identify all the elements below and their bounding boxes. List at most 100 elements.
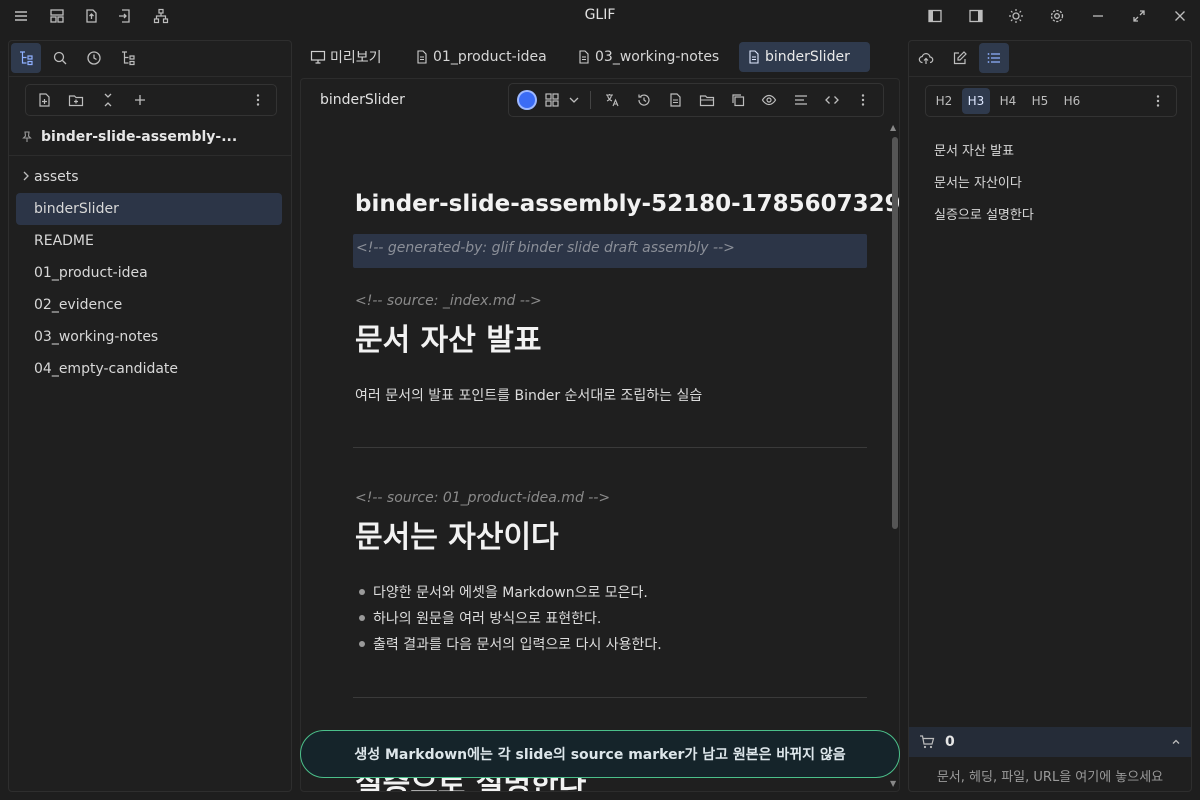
section-heading: 문서는 자산이다 [355, 520, 559, 555]
toggle-left-sidebar-icon[interactable] [925, 6, 945, 26]
minimize-icon[interactable] [1088, 6, 1108, 26]
editor-tabs: 미리보기 01_product-idea 03_working-notes bi… [300, 40, 900, 74]
divider [9, 76, 291, 77]
outline-list-icon[interactable] [979, 43, 1009, 73]
list-item: 출력 결과를 다음 문서의 입력으로 다시 사용한다. [359, 634, 662, 654]
heading-level-h3[interactable]: H3 [962, 88, 990, 114]
tree-item-readme[interactable]: README [16, 225, 282, 257]
code-icon[interactable] [816, 86, 847, 114]
settings-gear-icon[interactable] [1047, 6, 1067, 26]
tree-item-label: 04_empty-candidate [34, 361, 179, 377]
document-icon[interactable] [659, 86, 690, 114]
editor-tools [508, 83, 884, 117]
right-sidebar-tabs [911, 43, 1009, 75]
layout-icon[interactable] [47, 6, 67, 26]
heading-level-h5[interactable]: H5 [1026, 88, 1054, 114]
tree-item-label: 01_product-idea [34, 265, 148, 281]
scroll-down-arrow[interactable]: ▼ [890, 779, 896, 788]
search-icon[interactable] [45, 43, 75, 73]
tab-01-product-idea[interactable]: 01_product-idea [407, 42, 555, 72]
tree-item-binderslider[interactable]: binderSlider [16, 193, 282, 225]
heading-level-h2[interactable]: H2 [930, 88, 958, 114]
tab-preview[interactable]: 미리보기 [302, 42, 390, 72]
outline-item[interactable]: 실증으로 설명한다 [934, 197, 1034, 229]
tab-binderslider[interactable]: binderSlider [739, 42, 870, 72]
heading-level-bar: H2 H3 H4 H5 H6 [925, 85, 1177, 117]
sitemap-icon[interactable] [151, 6, 171, 26]
align-icon[interactable] [785, 86, 816, 114]
chevron-down-icon[interactable] [564, 86, 584, 114]
more-vertical-icon[interactable] [246, 88, 270, 112]
scroll-up-arrow[interactable]: ▲ [890, 123, 896, 132]
import-icon[interactable] [115, 6, 135, 26]
menu-icon[interactable] [11, 6, 31, 26]
toast-message: 생성 Markdown에는 각 slide의 source marker가 남고… [354, 747, 846, 763]
bullet-dot [359, 589, 365, 595]
bullet-dot [359, 615, 365, 621]
file-icon [577, 50, 591, 64]
binder-tree-tab[interactable] [11, 43, 41, 73]
folder-open-icon[interactable] [691, 86, 722, 114]
horizontal-rule [353, 447, 867, 448]
editor-pane: binderSlider binder-slide-assembly-52180… [300, 78, 900, 792]
list-item-text: 하나의 원문을 여러 방식으로 표현한다. [373, 611, 602, 627]
tree-item-01-product-idea[interactable]: 01_product-idea [16, 257, 282, 289]
more-vertical-icon[interactable] [848, 86, 879, 114]
document-title: binderSlider [320, 92, 405, 108]
section-paragraph: 여러 문서의 발표 포인트를 Binder 순서대로 조립하는 실습 [355, 388, 703, 404]
current-binder-label: binder-slide-assembly-... [41, 129, 238, 145]
translate-icon[interactable] [597, 86, 628, 114]
tree-item-label: 02_evidence [34, 297, 123, 313]
heading-level-h4[interactable]: H4 [994, 88, 1022, 114]
tree-item-assets[interactable]: assets [16, 161, 282, 193]
cart-bar[interactable]: 0 [909, 727, 1191, 757]
tree-item-label: binderSlider [34, 201, 119, 217]
grid-view-icon[interactable] [541, 86, 565, 114]
theme-sun-icon[interactable] [1006, 6, 1026, 26]
outline-item[interactable]: 문서 자산 발표 [934, 133, 1034, 165]
eye-icon[interactable] [754, 86, 785, 114]
new-file-icon[interactable] [32, 88, 56, 112]
list-item-text: 다양한 문서와 에셋을 Markdown으로 모은다. [373, 585, 648, 601]
toast-notification: 생성 Markdown에는 각 slide의 source marker가 남고… [300, 730, 900, 778]
chevron-right-icon [21, 170, 31, 182]
divider [9, 155, 291, 156]
more-vertical-icon[interactable] [1144, 88, 1172, 114]
tree-item-03-working-notes[interactable]: 03_working-notes [16, 321, 282, 353]
add-icon[interactable] [128, 88, 152, 112]
title-bar: GLIF [0, 0, 1200, 32]
right-sidebar: H2 H3 H4 H5 H6 문서 자산 발표 문서는 자산이다 실증으로 설명… [908, 40, 1192, 792]
file-tree-icon[interactable] [113, 43, 143, 73]
current-binder[interactable]: binder-slide-assembly-... [21, 129, 237, 145]
file-export-icon[interactable] [81, 6, 101, 26]
tab-03-working-notes[interactable]: 03_working-notes [569, 42, 727, 72]
file-icon [747, 50, 761, 64]
tab-label: 01_product-idea [433, 49, 547, 65]
cloud-upload-icon[interactable] [911, 43, 941, 73]
outline-list: 문서 자산 발표 문서는 자산이다 실증으로 설명한다 [934, 133, 1034, 229]
toolbar-divider [589, 91, 591, 109]
outline-item[interactable]: 문서는 자산이다 [934, 165, 1034, 197]
tab-label: 03_working-notes [595, 49, 720, 65]
editor-scrollbar[interactable] [892, 137, 898, 529]
history-clock-icon[interactable] [79, 43, 109, 73]
toggle-right-sidebar-icon[interactable] [966, 6, 986, 26]
tree-item-04-empty-candidate[interactable]: 04_empty-candidate [16, 353, 282, 385]
maximize-icon[interactable] [1129, 6, 1149, 26]
collapse-all-icon[interactable] [96, 88, 120, 112]
drop-zone[interactable]: 문서, 헤딩, 파일, URL을 여기에 놓으세요 [909, 759, 1191, 791]
tree-item-02-evidence[interactable]: 02_evidence [16, 289, 282, 321]
history-icon[interactable] [628, 86, 659, 114]
copy-icon[interactable] [722, 86, 753, 114]
horizontal-rule [353, 697, 867, 698]
heading-level-h6[interactable]: H6 [1058, 88, 1086, 114]
monitor-icon [310, 49, 326, 65]
cart-icon [919, 734, 935, 750]
cart-count: 0 [945, 734, 955, 750]
close-icon[interactable] [1170, 6, 1190, 26]
document-heading: binder-slide-assembly-52180-17856073299 [355, 191, 900, 217]
new-folder-icon[interactable] [64, 88, 88, 112]
edit-icon[interactable] [945, 43, 975, 73]
chevron-up-icon[interactable] [1171, 737, 1181, 747]
status-dot-button[interactable] [517, 90, 537, 110]
